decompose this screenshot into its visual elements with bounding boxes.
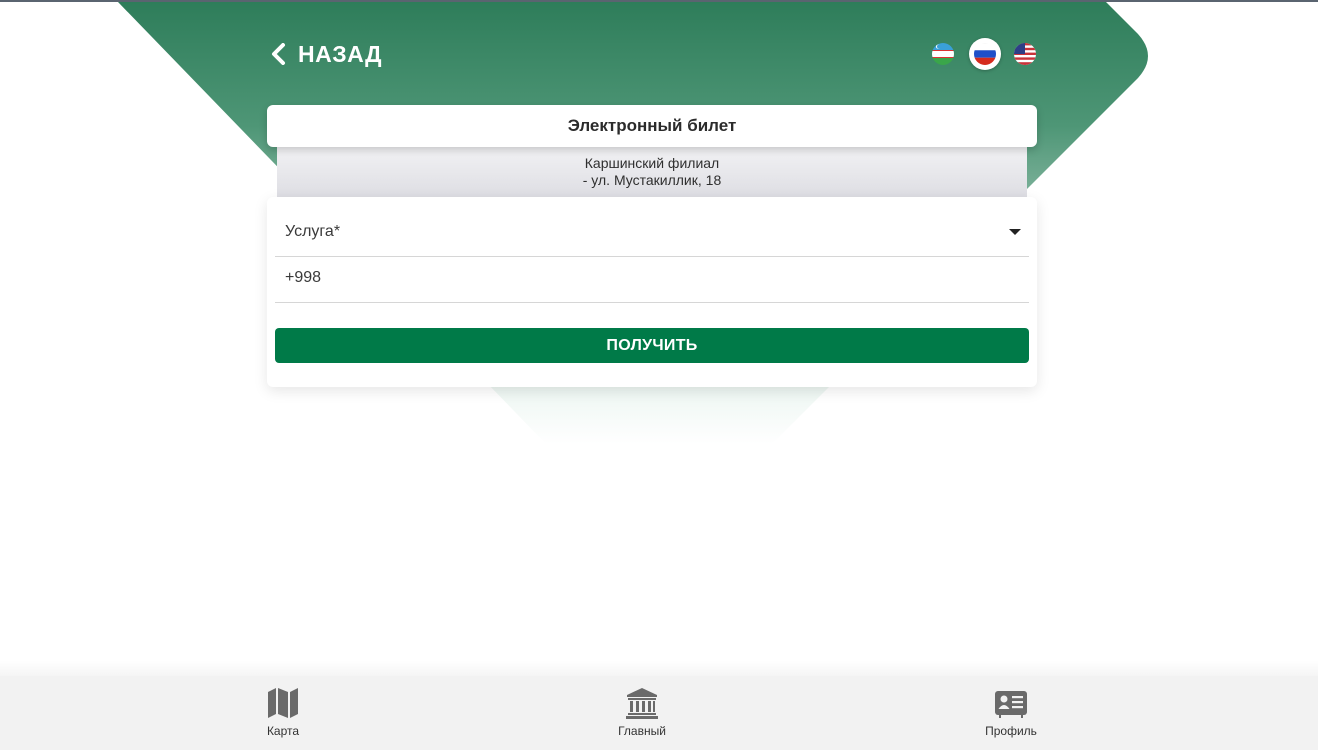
page-title: Электронный билет — [567, 116, 737, 135]
nav-item-home[interactable]: Главный — [582, 686, 702, 738]
nav-item-label: Карта — [266, 724, 300, 738]
bank-building-icon — [626, 688, 658, 719]
ticket-form: Услуга* ПОЛУЧИТЬ — [267, 197, 1037, 387]
get-ticket-button[interactable]: ПОЛУЧИТЬ — [275, 328, 1029, 363]
back-button[interactable]: НАЗАД — [270, 38, 382, 70]
caret-down-icon — [1009, 229, 1021, 235]
nav-item-label: Главный — [618, 724, 666, 738]
service-select[interactable]: Услуга* — [275, 207, 1029, 257]
back-label: НАЗАД — [298, 40, 382, 67]
phone-field[interactable] — [275, 253, 1029, 303]
nav-item-map[interactable]: Карта — [223, 686, 343, 738]
ticket-title-card: Электронный билет — [267, 105, 1037, 147]
nav-item-profile[interactable]: Профиль — [951, 686, 1071, 738]
id-card-icon — [995, 691, 1027, 718]
bottom-navigation: Карта Главный Профиль — [0, 676, 1318, 750]
language-en[interactable] — [1014, 43, 1036, 65]
usa-flag-icon — [1014, 43, 1036, 65]
language-uz[interactable] — [932, 43, 954, 65]
uzbekistan-flag-icon — [932, 43, 954, 65]
language-switcher — [928, 38, 1036, 70]
chevron-left-icon — [272, 43, 285, 65]
branch-info: Каршинский филиал - ул. Мустакиллик, 18 — [277, 147, 1027, 201]
map-icon — [268, 688, 298, 718]
russia-flag-icon — [974, 43, 996, 65]
service-select-label: Услуга* — [285, 222, 341, 240]
branch-name: Каршинский филиал — [584, 155, 720, 171]
phone-input[interactable] — [285, 268, 1029, 287]
branch-address: - ул. Мустакиллик, 18 — [582, 172, 722, 188]
nav-shadow — [0, 660, 1318, 676]
nav-item-label: Профиль — [985, 724, 1037, 738]
language-ru[interactable] — [969, 38, 1001, 70]
